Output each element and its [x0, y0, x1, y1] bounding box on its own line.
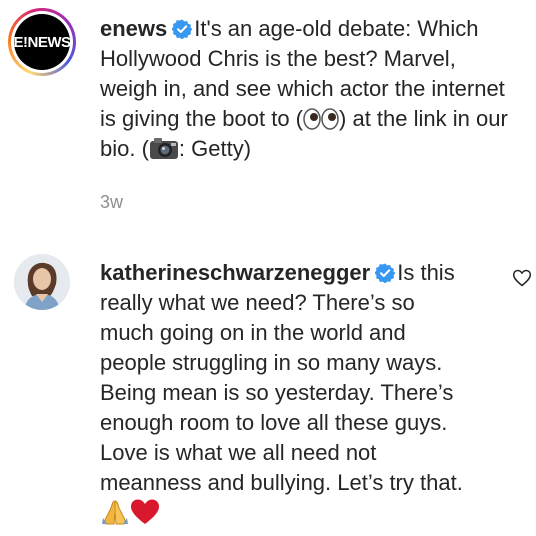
comment-timestamp[interactable]: 3w — [100, 192, 123, 213]
comment-katherine: katherineschwarzenegger Is this really wh… — [100, 258, 470, 530]
comment-text-tail: : Getty) — [178, 136, 252, 161]
verified-badge-icon — [172, 19, 193, 39]
enews-avatar[interactable]: E!NEWS — [8, 8, 76, 76]
camera-emoji-icon — [149, 138, 178, 159]
enews-logo: E!NEWS — [14, 14, 71, 70]
comment-text: Is this really what we need? There’s so … — [100, 260, 463, 495]
comment-enews: enews It's an age-old debate: Which Holly… — [100, 14, 510, 164]
verified-badge-icon — [375, 263, 396, 283]
comment-username[interactable]: enews — [100, 16, 167, 41]
red-heart-emoji-icon — [131, 499, 159, 524]
eyes-emoji-icon — [303, 108, 339, 130]
profile-photo — [14, 254, 70, 310]
like-heart-icon[interactable] — [512, 268, 532, 288]
comment-username[interactable]: katherineschwarzenegger — [100, 260, 370, 285]
folded-hands-emoji-icon — [102, 500, 128, 525]
katherine-avatar[interactable] — [14, 254, 70, 310]
